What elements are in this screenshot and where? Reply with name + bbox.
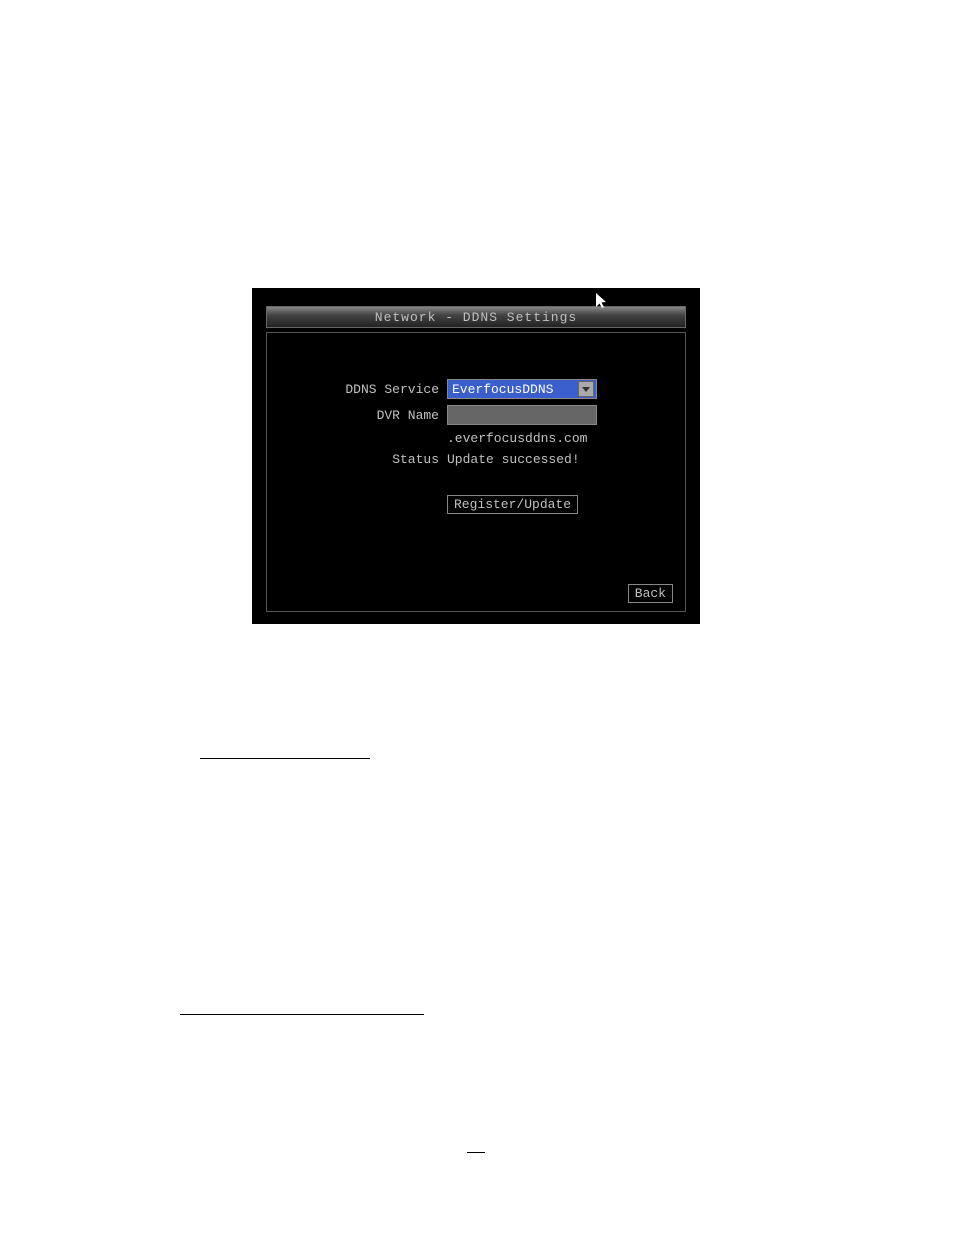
window-titlebar: Network - DDNS Settings (266, 306, 686, 328)
settings-panel: DDNS Service EverfocusDDNS DVR Name .eve… (266, 332, 686, 612)
dash-decoration (467, 1152, 485, 1153)
chevron-down-icon (578, 381, 594, 397)
dvr-name-label: DVR Name (287, 408, 447, 423)
ddns-service-value: EverfocusDDNS (452, 382, 553, 397)
register-row: Register/Update (287, 495, 685, 514)
domain-suffix-row: .everfocusddns.com (287, 431, 685, 446)
ddns-service-select[interactable]: EverfocusDDNS (447, 379, 597, 399)
dvr-name-input[interactable] (447, 405, 597, 425)
window-title: Network - DDNS Settings (375, 310, 577, 325)
status-label: Status (287, 452, 447, 467)
status-row: Status Update successed! (287, 452, 685, 467)
domain-suffix: .everfocusddns.com (447, 431, 587, 446)
underline-decoration (200, 758, 370, 759)
dvr-name-row: DVR Name (287, 405, 685, 425)
ddns-service-label: DDNS Service (287, 382, 447, 397)
ddns-service-row: DDNS Service EverfocusDDNS (287, 379, 685, 399)
status-value: Update successed! (447, 452, 580, 467)
register-update-button[interactable]: Register/Update (447, 495, 578, 514)
underline-decoration (180, 1014, 424, 1015)
ddns-settings-screenshot: Network - DDNS Settings DDNS Service Eve… (252, 288, 700, 624)
back-button[interactable]: Back (628, 584, 673, 603)
